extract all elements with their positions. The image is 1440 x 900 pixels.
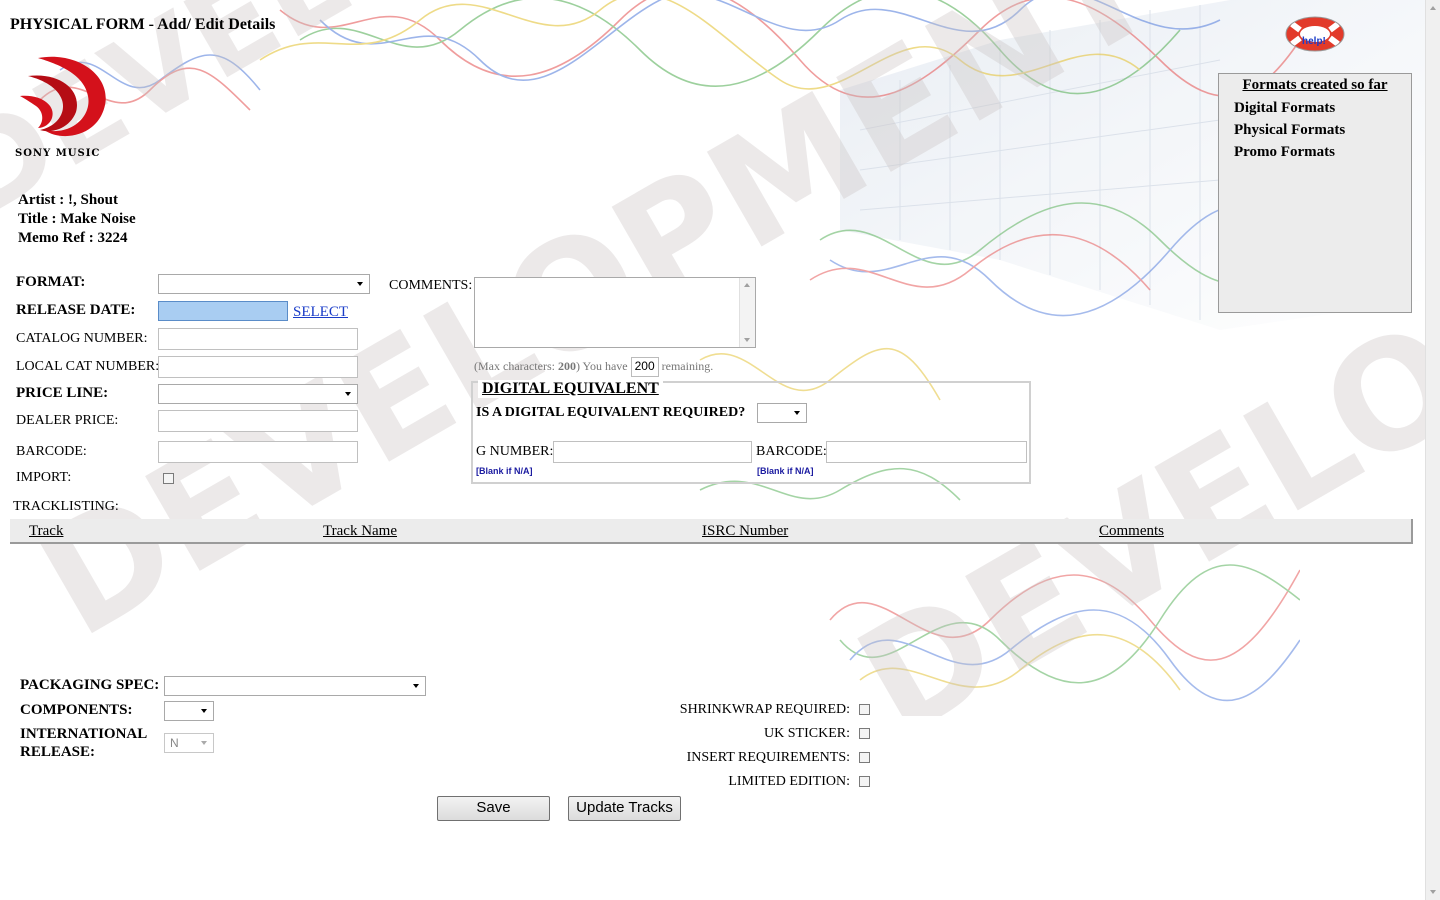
svg-text:DEVELOPMENT: DEVELOPMENT bbox=[0, 0, 863, 245]
components-select[interactable] bbox=[164, 701, 214, 721]
international-release-value: N bbox=[170, 736, 179, 750]
chevron-down-icon bbox=[201, 709, 207, 713]
dealer-price-input[interactable] bbox=[158, 410, 358, 432]
import-checkbox[interactable] bbox=[163, 473, 174, 484]
select-date-link[interactable]: SELECT bbox=[293, 304, 348, 321]
digital-equivalent-legend: DIGITAL EQUIVALENT bbox=[478, 380, 663, 398]
g-number-note: [Blank if N/A] bbox=[476, 466, 533, 476]
column-track-name[interactable]: Track Name bbox=[323, 523, 397, 540]
char-counter-prefix: (Max characters: bbox=[474, 358, 555, 373]
release-date-label: RELEASE DATE: bbox=[16, 302, 136, 318]
formats-item-digital[interactable]: Digital Formats bbox=[1234, 100, 1411, 117]
digital-required-select[interactable] bbox=[757, 403, 807, 423]
textarea-scrollbar[interactable] bbox=[739, 278, 755, 347]
import-label: IMPORT: bbox=[16, 470, 72, 485]
char-counter-mid: ) You have bbox=[575, 358, 628, 373]
chevron-down-icon bbox=[345, 392, 351, 396]
char-counter: (Max characters: 200) You have 200 remai… bbox=[474, 357, 713, 377]
packaging-spec-select[interactable] bbox=[164, 676, 426, 696]
format-select[interactable] bbox=[158, 274, 370, 294]
lifebuoy-icon bbox=[1285, 16, 1345, 52]
chevron-down-icon bbox=[413, 684, 419, 688]
formats-item-promo[interactable]: Promo Formats bbox=[1234, 144, 1411, 161]
uk-sticker-checkbox[interactable] bbox=[859, 728, 870, 739]
limited-edition-label: LIMITED EDITION: bbox=[728, 774, 850, 789]
components-label: COMPONENTS: bbox=[20, 702, 133, 718]
update-tracks-button[interactable]: Update Tracks bbox=[568, 796, 681, 821]
formats-panel-header: Formats created so far bbox=[1242, 77, 1388, 93]
chevron-down-icon bbox=[201, 741, 207, 745]
scroll-down-icon[interactable] bbox=[1430, 890, 1436, 894]
price-line-label: PRICE LINE: bbox=[16, 385, 109, 401]
logo-text: SONY MUSIC bbox=[15, 148, 101, 159]
limited-edition-checkbox[interactable] bbox=[859, 776, 870, 787]
local-cat-number-label: LOCAL CAT NUMBER: bbox=[16, 359, 160, 374]
artist-text: Artist : !, Shout bbox=[18, 192, 118, 208]
dealer-price-label: DEALER PRICE: bbox=[16, 413, 119, 428]
sony-music-logo: SONY MUSIC bbox=[10, 50, 120, 162]
logo-icon bbox=[20, 56, 106, 137]
page-title: PHYSICAL FORM - Add/ Edit Details bbox=[10, 16, 276, 33]
shrinkwrap-label: SHRINKWRAP REQUIRED: bbox=[679, 702, 850, 717]
catalog-number-input[interactable] bbox=[158, 328, 358, 350]
international-release-label-2: RELEASE: bbox=[20, 744, 96, 760]
format-label: FORMAT: bbox=[16, 274, 86, 290]
g-number-label: G NUMBER: bbox=[476, 444, 554, 459]
g-number-input[interactable] bbox=[553, 441, 752, 463]
char-counter-max: 200 bbox=[557, 358, 576, 373]
scroll-up-icon[interactable] bbox=[744, 283, 750, 287]
catalog-number-label: CATALOG NUMBER: bbox=[16, 331, 148, 346]
column-isrc-number[interactable]: ISRC Number bbox=[702, 523, 788, 540]
insert-requirements-label: INSERT REQUIREMENTS: bbox=[686, 750, 850, 765]
title-text: Title : Make Noise bbox=[18, 211, 136, 227]
page-scrollbar[interactable] bbox=[1425, 0, 1440, 900]
packaging-spec-label: PACKAGING SPEC: bbox=[20, 677, 160, 693]
barcode-input[interactable] bbox=[158, 441, 358, 463]
digital-barcode-input[interactable] bbox=[826, 441, 1027, 463]
uk-sticker-label: UK STICKER: bbox=[764, 726, 850, 741]
scroll-up-icon[interactable] bbox=[1430, 6, 1436, 10]
international-release-select[interactable]: N bbox=[164, 733, 214, 753]
comments-label: COMMENTS: bbox=[389, 278, 473, 293]
comments-textarea[interactable] bbox=[474, 277, 756, 348]
insert-requirements-checkbox[interactable] bbox=[859, 752, 870, 763]
price-line-select[interactable] bbox=[158, 384, 358, 404]
tracklisting-header: Track Track Name ISRC Number Comments bbox=[10, 519, 1413, 544]
remaining-count: 200 bbox=[630, 357, 659, 377]
column-comments[interactable]: Comments bbox=[1099, 523, 1164, 540]
international-release-label-1: INTERNATIONAL bbox=[20, 726, 148, 742]
digital-barcode-note: [Blank if N/A] bbox=[757, 466, 814, 476]
barcode-label: BARCODE: bbox=[16, 444, 87, 459]
digital-required-label: IS A DIGITAL EQUIVALENT REQUIRED? bbox=[476, 405, 746, 420]
release-date-input[interactable] bbox=[158, 301, 288, 321]
memo-ref-text: Memo Ref : 3224 bbox=[18, 230, 128, 246]
help-button[interactable]: help! bbox=[1284, 14, 1346, 54]
scroll-down-icon[interactable] bbox=[744, 338, 750, 342]
tracklisting-label: TRACKLISTING: bbox=[13, 499, 119, 514]
formats-panel: Formats created so far Digital Formats P… bbox=[1218, 73, 1412, 313]
help-label: help! bbox=[1302, 36, 1326, 47]
chevron-down-icon bbox=[357, 282, 363, 286]
digital-barcode-label: BARCODE: bbox=[756, 444, 827, 459]
chevron-down-icon bbox=[794, 411, 800, 415]
local-cat-number-input[interactable] bbox=[158, 356, 358, 378]
save-button[interactable]: Save bbox=[437, 796, 550, 821]
char-counter-suffix: remaining. bbox=[661, 358, 714, 373]
column-track[interactable]: Track bbox=[29, 523, 63, 540]
formats-item-physical[interactable]: Physical Formats bbox=[1234, 122, 1411, 139]
shrinkwrap-checkbox[interactable] bbox=[859, 704, 870, 715]
